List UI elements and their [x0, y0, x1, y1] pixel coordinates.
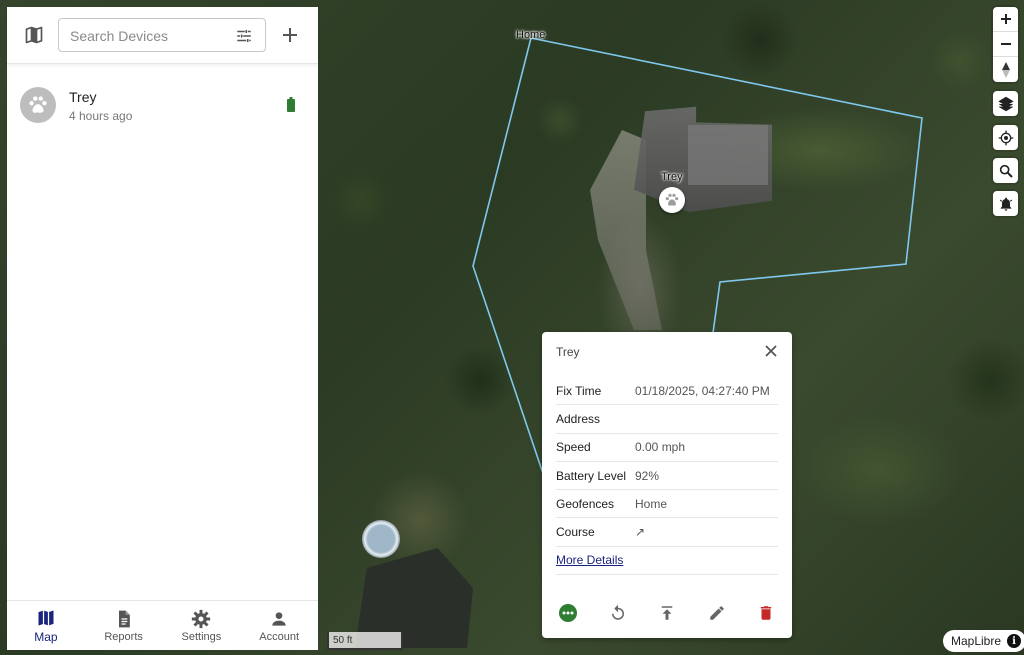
- map-scale: 50 ft: [327, 632, 403, 650]
- table-row: Speed 0.00 mph: [556, 434, 778, 462]
- layers-control: [993, 91, 1018, 116]
- device-list-item[interactable]: Trey 4 hours ago: [7, 80, 318, 134]
- device-status-card: Trey Fix Time 01/18/2025, 04:27:40 PM Ad…: [542, 332, 792, 638]
- info-icon[interactable]: i: [1007, 634, 1022, 648]
- sidebar-toolbar: [7, 7, 318, 64]
- more-button[interactable]: [558, 603, 578, 623]
- nav-reports[interactable]: Reports: [85, 601, 163, 650]
- device-last-seen: 4 hours ago: [69, 109, 133, 123]
- row-key: Geofences: [556, 496, 615, 511]
- my-location-button[interactable]: [993, 125, 1018, 150]
- nav-map[interactable]: Map: [7, 601, 85, 650]
- person-icon: [272, 611, 286, 626]
- edit-icon: [709, 606, 724, 620]
- device-marker[interactable]: [659, 187, 685, 213]
- bottom-navigation: Map Reports Settings Account: [7, 600, 318, 650]
- table-row: Battery Level 92%: [556, 462, 778, 491]
- zoom-controls: [993, 7, 1018, 82]
- zoom-in-icon: [1000, 14, 1011, 24]
- row-value: Home: [635, 496, 668, 511]
- more-details-link[interactable]: More Details: [556, 553, 623, 567]
- device-marker-label: Trey: [661, 171, 683, 183]
- map-icon: [38, 610, 54, 625]
- paw-icon: [665, 193, 679, 206]
- table-row: Address: [556, 405, 778, 434]
- layers-button[interactable]: [993, 91, 1018, 116]
- compass-icon: [1001, 61, 1010, 78]
- notifications-control: [993, 191, 1018, 216]
- description-icon: [118, 610, 130, 627]
- zoom-in-button[interactable]: [993, 7, 1018, 32]
- nav-settings[interactable]: Settings: [163, 601, 241, 650]
- upload-icon: [661, 606, 673, 620]
- attribution[interactable]: MapLibre i: [943, 630, 1024, 652]
- more-icon: [559, 604, 577, 622]
- search-input[interactable]: [70, 26, 220, 46]
- zoom-out-button[interactable]: [993, 32, 1018, 57]
- device-search-field[interactable]: [58, 18, 266, 52]
- filter-tune-icon[interactable]: [235, 27, 253, 45]
- nav-settings-label: Settings: [181, 630, 222, 643]
- device-name: Trey: [69, 89, 97, 105]
- nav-account[interactable]: Account: [240, 601, 318, 650]
- row-key: Speed: [556, 440, 591, 455]
- edit-button[interactable]: [707, 603, 727, 623]
- geofence-label: Home: [516, 29, 546, 41]
- layers-icon: [997, 96, 1014, 111]
- send-command-button[interactable]: [657, 603, 677, 623]
- notifications-button[interactable]: [993, 191, 1018, 216]
- replay-icon: [611, 604, 624, 620]
- table-row: Course ↗: [556, 518, 778, 547]
- card-actions: [556, 603, 778, 623]
- map-search-button[interactable]: [993, 158, 1018, 183]
- delete-button[interactable]: [756, 603, 776, 623]
- search-icon: [999, 164, 1013, 178]
- sidebar: Trey 4 hours ago Map Reports Settings Ac…: [7, 7, 318, 650]
- row-value: 92%: [635, 468, 660, 483]
- compass-button[interactable]: [993, 57, 1018, 82]
- avatar: [20, 87, 56, 123]
- nav-map-label: Map: [34, 629, 58, 644]
- map-toggle-icon[interactable]: [24, 25, 44, 45]
- replay-button[interactable]: [608, 603, 628, 623]
- zoom-out-icon: [1000, 43, 1011, 45]
- table-row: More Details: [556, 547, 778, 576]
- add-device-button[interactable]: [279, 24, 301, 46]
- row-key: Address: [556, 411, 601, 426]
- search-control: [993, 158, 1018, 183]
- nav-reports-label: Reports: [104, 630, 143, 643]
- paw-icon: [29, 96, 47, 113]
- my-location-icon: [998, 130, 1013, 145]
- status-table: Fix Time 01/18/2025, 04:27:40 PM Address…: [556, 377, 778, 576]
- table-row: Geofences Home: [556, 490, 778, 519]
- notifications-icon: [999, 197, 1012, 211]
- close-icon[interactable]: [764, 344, 778, 358]
- delete-icon: [760, 606, 772, 620]
- attribution-label: MapLibre: [951, 634, 1002, 648]
- row-value: 0.00 mph: [635, 440, 686, 455]
- battery-full-icon: [287, 97, 295, 112]
- row-value: 01/18/2025, 04:27:40 PM: [635, 383, 770, 398]
- card-title: Trey: [556, 345, 580, 359]
- row-key: Fix Time: [556, 383, 602, 398]
- row-key: Battery Level: [556, 468, 627, 483]
- row-key: Course: [556, 525, 595, 540]
- nav-account-label: Account: [259, 630, 299, 643]
- row-value: ↗: [635, 525, 646, 540]
- locate-control: [993, 125, 1018, 150]
- table-row: Fix Time 01/18/2025, 04:27:40 PM: [556, 377, 778, 406]
- gear-icon: [192, 609, 211, 628]
